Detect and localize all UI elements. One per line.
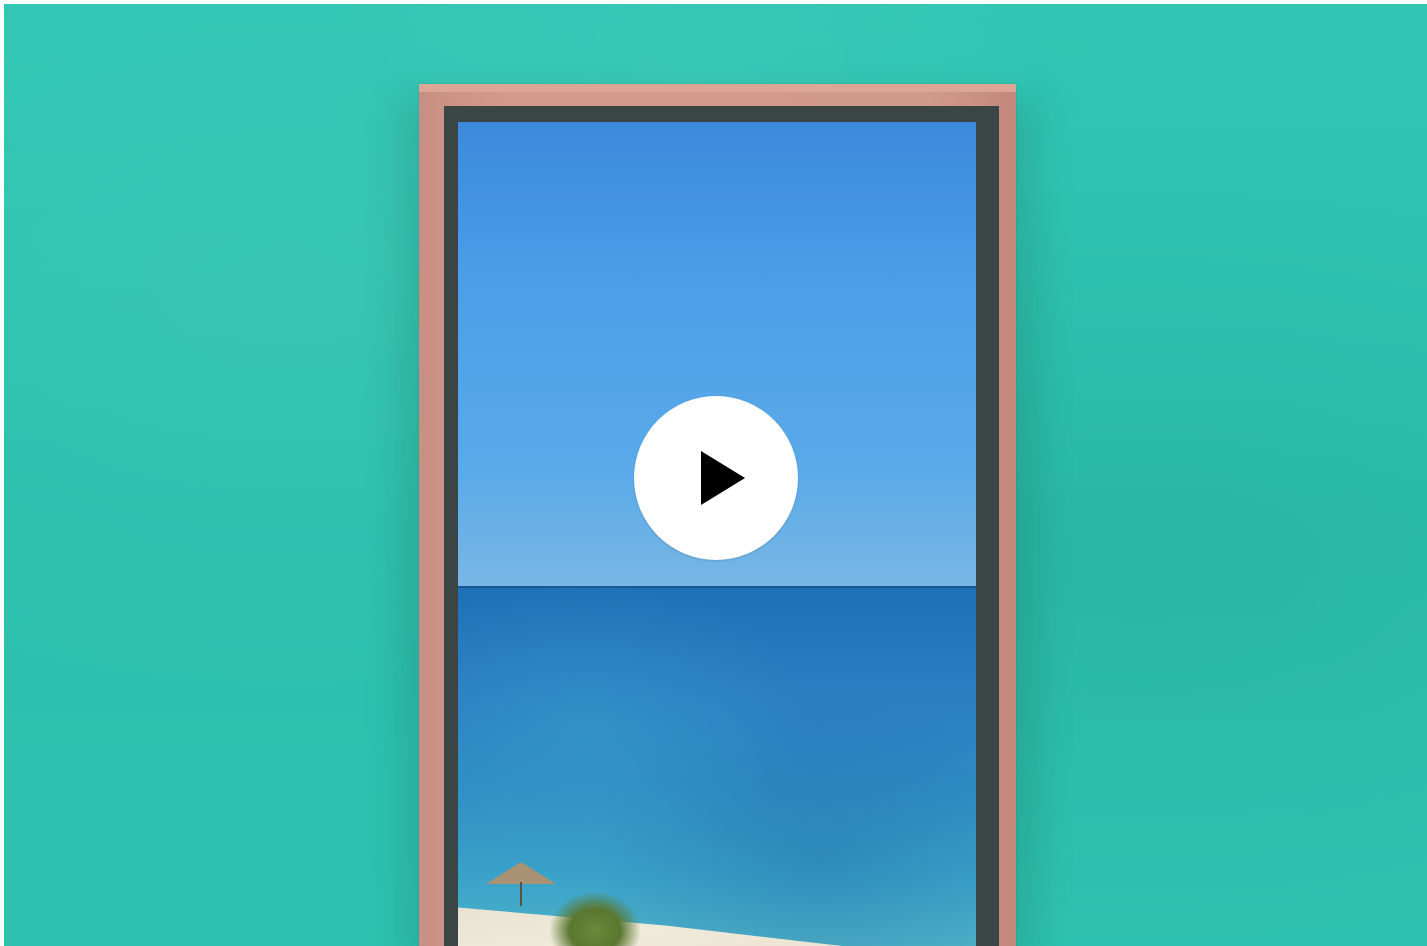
horizon-line <box>458 586 976 588</box>
beach-umbrella-pole <box>520 882 522 906</box>
sea <box>458 586 976 946</box>
play-icon <box>701 451 745 505</box>
frame-top-lip <box>419 84 1016 92</box>
play-button[interactable] <box>634 396 798 560</box>
video-viewport <box>4 4 1427 946</box>
palm-foliage <box>550 892 640 946</box>
